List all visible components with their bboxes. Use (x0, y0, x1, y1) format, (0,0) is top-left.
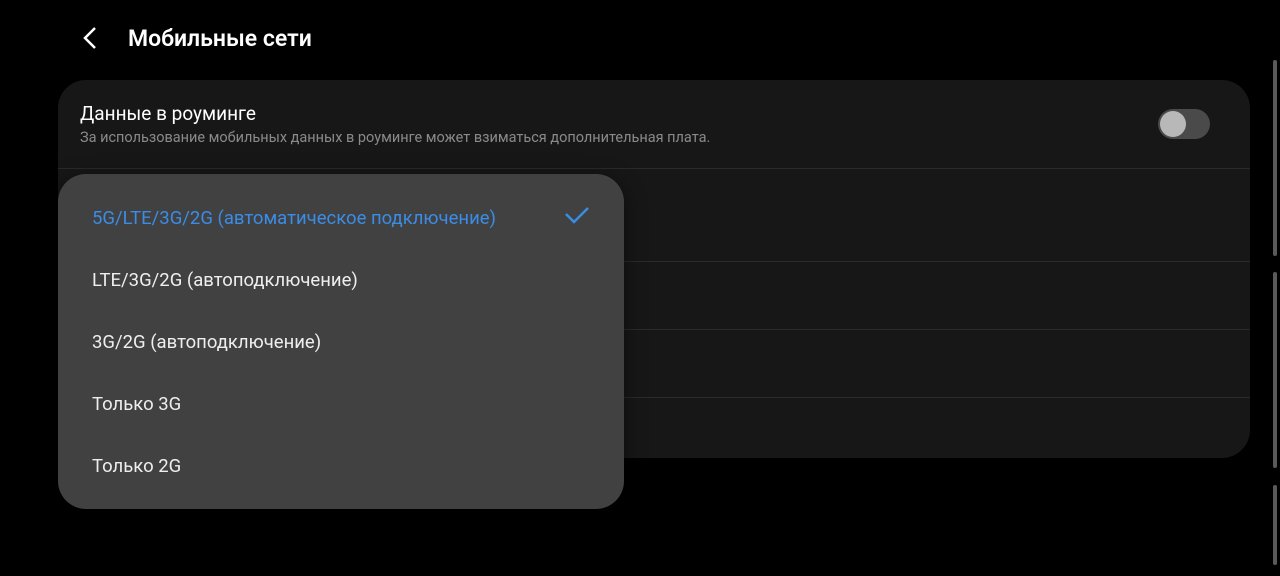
header: Мобильные сети (0, 0, 1280, 72)
scroll-indicator (1273, 485, 1277, 565)
dropdown-option-label: Только 2G (92, 455, 181, 477)
dropdown-option-label: 5G/LTE/3G/2G (автоматическое подключение… (92, 207, 496, 229)
roaming-row[interactable]: Данные в роуминге За использование мобил… (58, 80, 1250, 169)
roaming-text: Данные в роуминге За использование мобил… (80, 102, 710, 146)
dropdown-option-3g2g[interactable]: 3G/2G (автоподключение) (58, 311, 624, 373)
roaming-toggle[interactable] (1158, 109, 1210, 139)
dropdown-option-5g[interactable]: 5G/LTE/3G/2G (автоматическое подключение… (58, 186, 624, 249)
dropdown-option-lte[interactable]: LTE/3G/2G (автоподключение) (58, 249, 624, 311)
dropdown-option-label: LTE/3G/2G (автоподключение) (92, 269, 358, 291)
scroll-indicator (1273, 272, 1277, 468)
toggle-knob (1160, 111, 1186, 137)
dropdown-option-label: 3G/2G (автоподключение) (92, 331, 321, 353)
check-icon (564, 206, 590, 229)
roaming-title: Данные в роуминге (80, 102, 710, 125)
network-mode-dropdown: 5G/LTE/3G/2G (автоматическое подключение… (58, 174, 624, 509)
page-title: Мобильные сети (128, 25, 312, 52)
dropdown-option-label: Только 3G (92, 393, 181, 415)
back-button[interactable] (76, 24, 104, 52)
dropdown-option-3g[interactable]: Только 3G (58, 373, 624, 435)
scroll-indicator (1273, 60, 1277, 256)
dropdown-option-2g[interactable]: Только 2G (58, 435, 624, 497)
roaming-subtitle: За использование мобильных данных в роум… (80, 129, 710, 146)
back-icon (81, 24, 99, 52)
